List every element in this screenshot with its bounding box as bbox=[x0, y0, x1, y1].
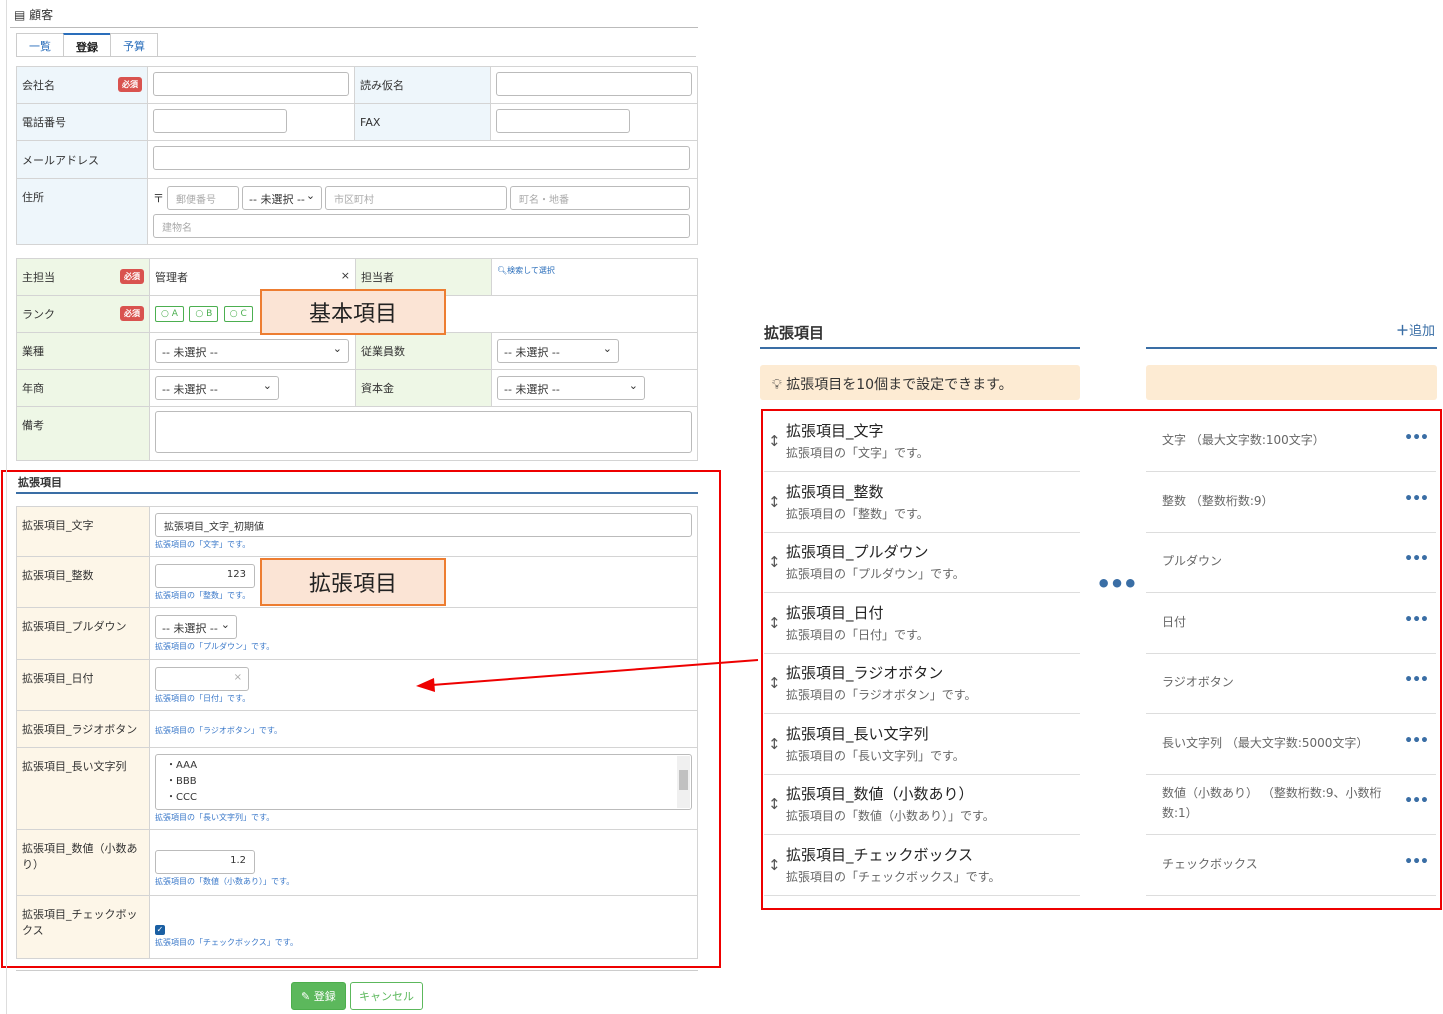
rank-option-c[interactable]: ○ C bbox=[223, 306, 253, 322]
rank-label: ランク bbox=[22, 308, 55, 321]
capital-select[interactable]: -- 未選択 -- bbox=[497, 376, 645, 400]
search-icon: 🔍︎ bbox=[497, 266, 508, 275]
rank-option-b[interactable]: ○ B bbox=[189, 306, 219, 322]
revenue-select[interactable]: -- 未選択 -- bbox=[155, 376, 279, 400]
required-badge: 必須 bbox=[120, 306, 144, 321]
postal-input[interactable]: 郵便番号 bbox=[167, 185, 240, 210]
fax-label: FAX bbox=[360, 115, 381, 129]
callout-basic: 基本項目 bbox=[260, 289, 446, 335]
edit-icon: ✎ bbox=[301, 990, 311, 1003]
window-title: 顧客 bbox=[29, 8, 54, 22]
kana-label: 読み仮名 bbox=[360, 79, 405, 92]
notice-banner: 💡︎ 拡張項目を10個まで設定できます。 bbox=[760, 365, 1080, 400]
search-select-link[interactable]: 🔍︎検索して選択 bbox=[497, 266, 555, 275]
company-input[interactable] bbox=[153, 71, 350, 96]
basic-form-contact: 会社名 必須 読み仮名 電話番号 FAX メールアドレス 住所 〒 郵便番号 -… bbox=[15, 66, 698, 245]
kana-input[interactable] bbox=[496, 71, 692, 96]
tab-list[interactable]: 一覧 bbox=[16, 33, 64, 56]
prefecture-select[interactable]: -- 未選択 -- bbox=[242, 185, 323, 210]
notice-banner-ext bbox=[1146, 365, 1437, 400]
lightbulb-icon: 💡︎ bbox=[772, 377, 782, 393]
fax-input[interactable] bbox=[496, 108, 630, 133]
notice-text: 拡張項目を10個まで設定できます。 bbox=[786, 377, 1013, 393]
note-textarea[interactable] bbox=[155, 411, 692, 453]
tab-bar: 一覧 登録 予算 bbox=[16, 33, 696, 57]
red-highlight-right bbox=[761, 409, 1442, 910]
email-input[interactable] bbox=[153, 146, 691, 170]
rank-option-a[interactable]: ○ A bbox=[155, 306, 184, 322]
industry-select[interactable]: -- 未選択 -- bbox=[155, 339, 349, 363]
address-label: 住所 bbox=[22, 191, 44, 204]
postal-mark: 〒 bbox=[153, 191, 165, 205]
clear-icon[interactable]: × bbox=[341, 269, 350, 282]
city-input[interactable]: 市区町村 bbox=[325, 185, 508, 210]
customer-card-icon: ▤ bbox=[14, 8, 26, 22]
building-input[interactable]: 建物名 bbox=[153, 213, 691, 238]
cancel-button[interactable]: キャンセル bbox=[350, 982, 423, 1010]
email-label: メールアドレス bbox=[22, 153, 99, 167]
main-rep-label: 主担当 bbox=[22, 271, 55, 284]
revenue-label: 年商 bbox=[22, 382, 44, 395]
save-button[interactable]: ✎ 登録 bbox=[291, 982, 346, 1010]
note-label: 備考 bbox=[22, 419, 44, 432]
add-link[interactable]: ＋追加 bbox=[1396, 320, 1435, 339]
divider bbox=[16, 970, 698, 971]
plus-icon: ＋ bbox=[1396, 324, 1410, 339]
industry-label: 業種 bbox=[22, 345, 44, 358]
search-select-label: 検索して選択 bbox=[507, 266, 555, 275]
right-title-underline bbox=[760, 347, 1080, 349]
rep-label: 担当者 bbox=[361, 271, 394, 284]
phone-label: 電話番号 bbox=[22, 116, 66, 129]
add-label: 追加 bbox=[1409, 324, 1436, 339]
left-edge-line bbox=[6, 0, 7, 1014]
right-title-underline-2 bbox=[1146, 347, 1437, 349]
tab-register[interactable]: 登録 bbox=[63, 33, 111, 56]
required-badge: 必須 bbox=[118, 77, 143, 92]
red-highlight-left bbox=[1, 470, 721, 968]
right-panel-title: 拡張項目 bbox=[764, 324, 825, 342]
required-badge: 必須 bbox=[120, 269, 144, 284]
company-label-cell: 会社名 必須 bbox=[15, 66, 149, 104]
company-label: 会社名 bbox=[22, 79, 55, 92]
street-input[interactable]: 町名・地番 bbox=[510, 185, 691, 210]
tab-budget[interactable]: 予算 bbox=[110, 33, 158, 56]
main-rep-value: 管理者 bbox=[155, 271, 188, 284]
arrow-icon bbox=[416, 659, 759, 692]
phone-input[interactable] bbox=[153, 108, 288, 133]
capital-label: 資本金 bbox=[361, 382, 394, 395]
save-label: 登録 bbox=[313, 990, 336, 1003]
window-title-bar: ▤ 顧客 bbox=[10, 2, 698, 28]
employees-label: 従業員数 bbox=[361, 345, 405, 358]
employees-select[interactable]: -- 未選択 -- bbox=[497, 339, 619, 363]
